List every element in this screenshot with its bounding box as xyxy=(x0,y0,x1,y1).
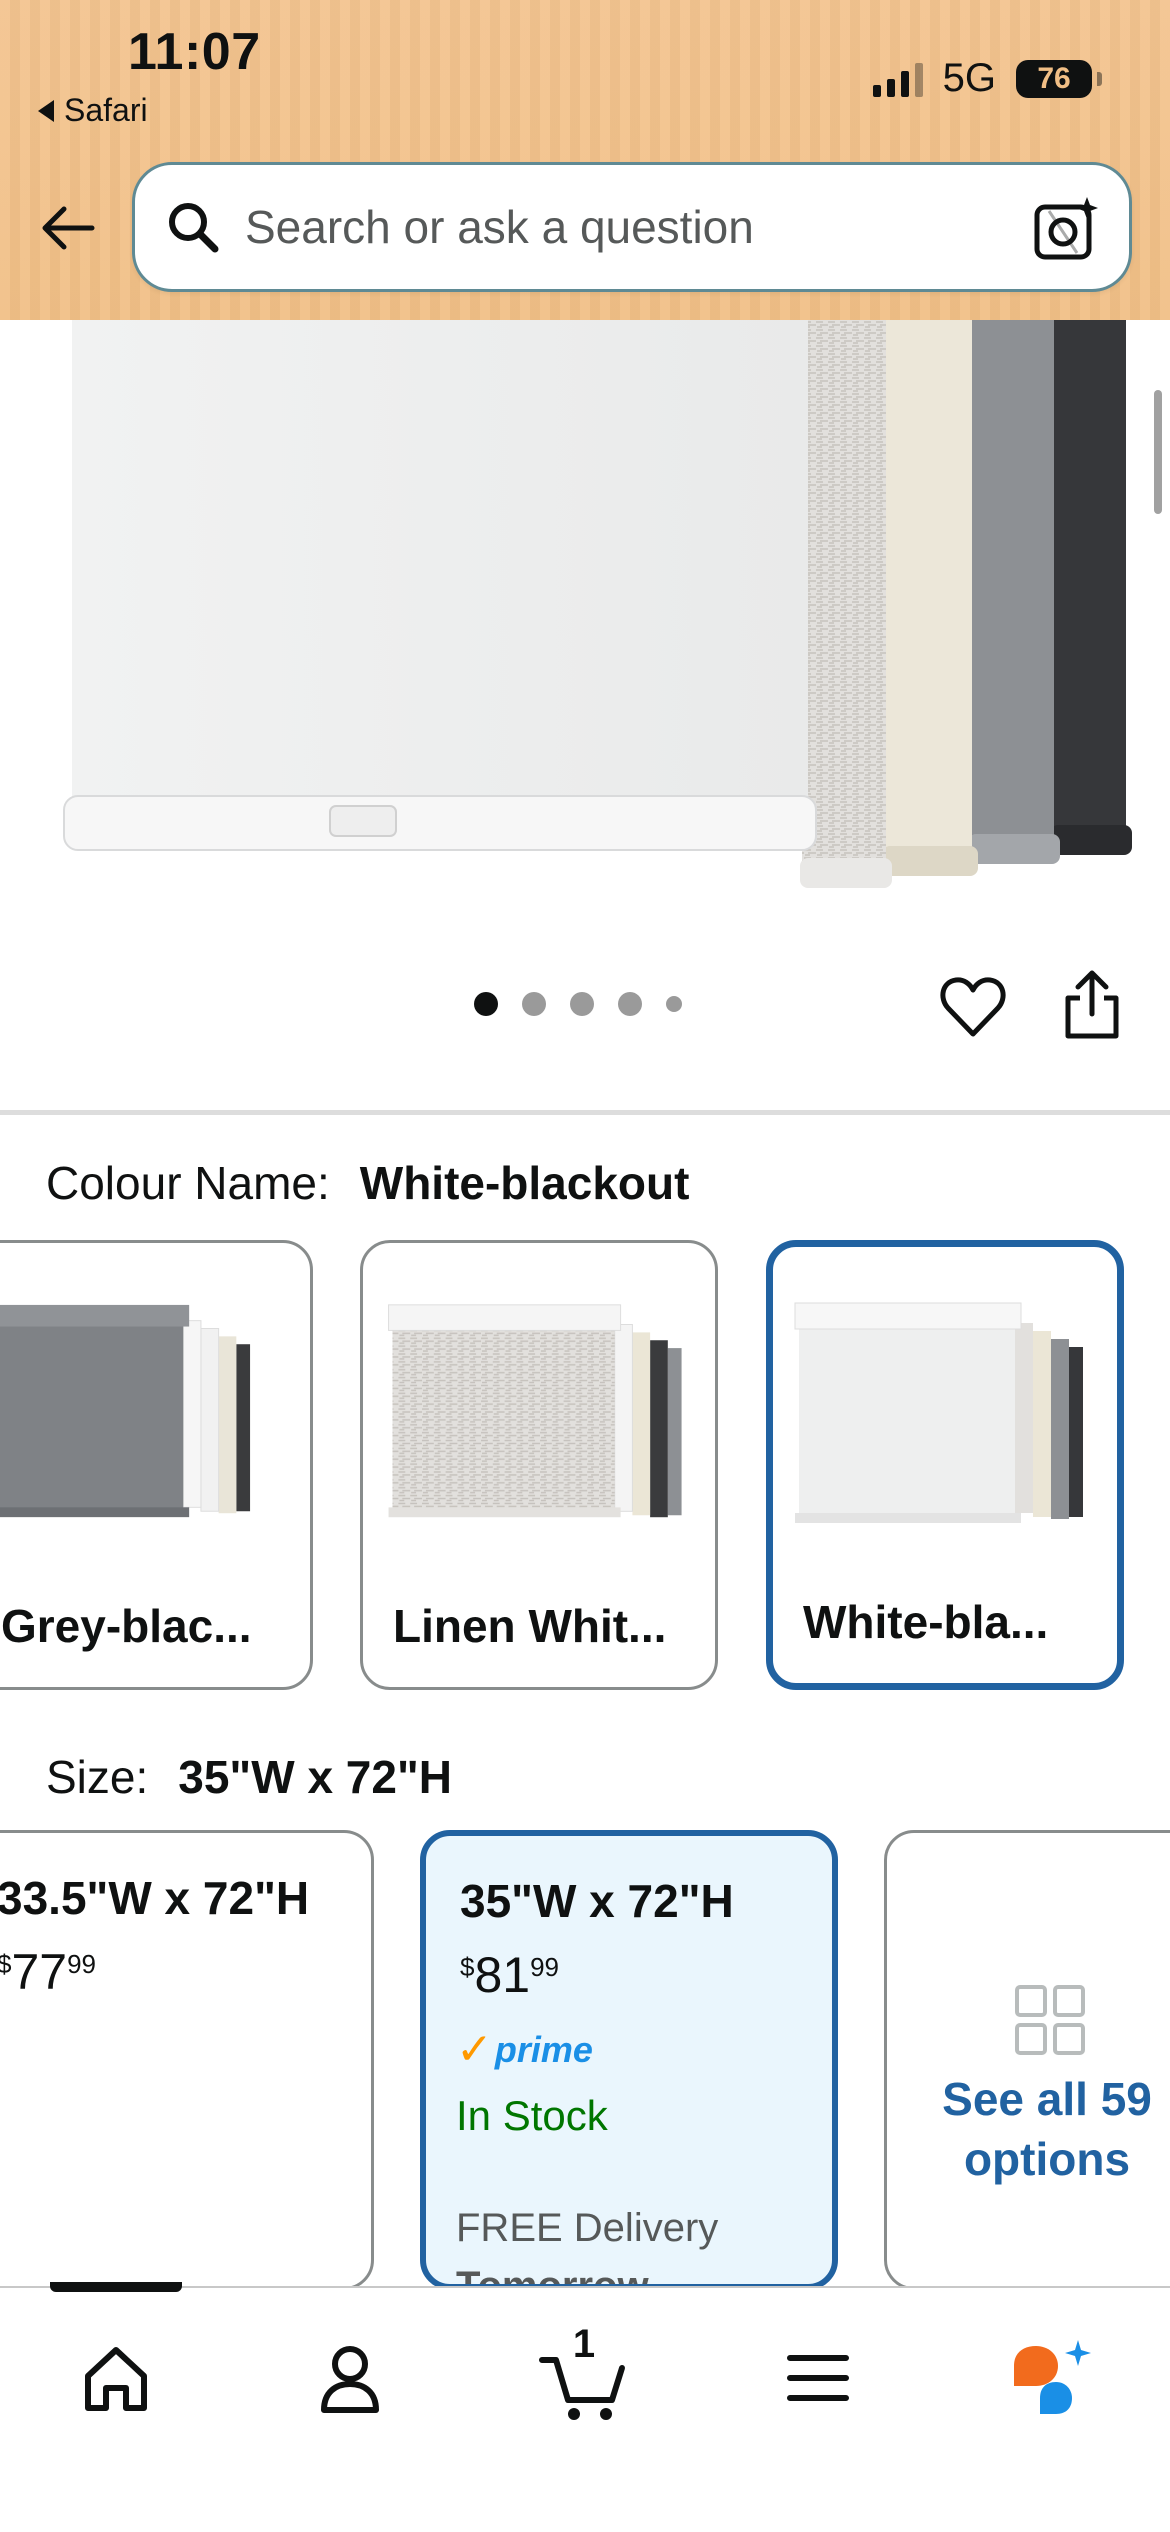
product-image[interactable] xyxy=(0,320,1170,960)
linen-blind-thumbnail xyxy=(388,1304,682,1518)
cart-count-badge: 1 xyxy=(572,2322,596,2366)
page-scrollbar[interactable] xyxy=(1154,390,1162,514)
grid-icon xyxy=(1015,1985,1085,2055)
search-icon xyxy=(169,203,219,253)
search-bar[interactable] xyxy=(132,162,1132,292)
price-whole: 77 xyxy=(11,1944,68,2000)
menu-icon[interactable] xyxy=(768,2328,868,2428)
selected-colour-name: White-blackout xyxy=(359,1157,690,1209)
home-icon[interactable] xyxy=(66,2328,166,2428)
back-triangle-icon xyxy=(38,99,54,122)
back-app-label: Safari xyxy=(64,92,148,128)
price-symbol: $ xyxy=(460,1952,475,1982)
colour-option-label: Grey-blac... xyxy=(1,1600,252,1652)
grey-blind-thumbnail xyxy=(0,1304,251,1518)
selected-size: 35"W x 72"H xyxy=(178,1751,452,1803)
cart-button[interactable]: 1 xyxy=(534,2322,634,2428)
section-divider xyxy=(0,1110,1170,1115)
size-option-card-selected[interactable]: 35"W x 72"H $ 81 99 ✓ prime In Stock FRE… xyxy=(420,1830,838,2290)
size-option-card[interactable]: 33.5"W x 72"H $ 77 99 xyxy=(0,1830,374,2290)
carousel-dot[interactable] xyxy=(618,992,642,1016)
battery-level: 76 xyxy=(1037,61,1071,95)
account-icon[interactable] xyxy=(300,2328,400,2428)
size-option-price: $ 81 99 xyxy=(460,1946,559,2004)
carousel-dot[interactable] xyxy=(570,992,594,1016)
colour-option-label: White-bla... xyxy=(803,1596,1049,1648)
back-arrow-icon[interactable] xyxy=(36,196,100,260)
carousel-dot[interactable] xyxy=(474,992,498,1016)
network-type: 5G xyxy=(942,56,996,100)
colour-option-grey[interactable]: Grey-blac... xyxy=(0,1240,313,1690)
status-indicators: 5G 76 xyxy=(872,56,1102,101)
price-fraction: 99 xyxy=(530,1952,560,1982)
prime-check-icon: ✓ xyxy=(456,2025,493,2074)
status-time: 11:07 xyxy=(128,23,261,81)
carousel-dot[interactable] xyxy=(666,996,682,1012)
cellular-signal-icon xyxy=(872,61,923,97)
heart-icon[interactable] xyxy=(938,972,1008,1042)
price-symbol: $ xyxy=(0,1949,11,1980)
colour-option-linen[interactable]: Linen Whit... xyxy=(360,1240,718,1690)
back-to-app-link[interactable]: Safari xyxy=(38,92,148,129)
prime-badge: ✓ prime xyxy=(456,2024,593,2075)
rufus-assistant-icon[interactable] xyxy=(1000,2328,1100,2428)
size-option-title: 33.5"W x 72"H xyxy=(0,1872,310,1924)
see-all-options-card[interactable]: See all 59 options xyxy=(884,1830,1170,2290)
image-carousel-dots[interactable] xyxy=(474,992,682,1016)
colour-name-label: Colour Name: xyxy=(46,1157,330,1209)
colour-name-row: Colour Name: White-blackout xyxy=(46,1156,689,1210)
delivery-info: FREE Delivery xyxy=(456,2206,719,2250)
carousel-dot[interactable] xyxy=(522,992,546,1016)
battery-icon: 76 xyxy=(1016,59,1102,98)
colour-option-white-blackout[interactable]: White-bla... xyxy=(766,1240,1124,1690)
prime-label: prime xyxy=(494,2028,593,2070)
white-blind-thumbnail xyxy=(794,1302,1083,1523)
size-option-price: $ 77 99 xyxy=(0,1943,96,2001)
top-header: 11:07 Safari 5G 76 xyxy=(0,0,1170,320)
see-all-options-link[interactable]: See all 59 options xyxy=(917,2069,1170,2189)
stock-status: In Stock xyxy=(456,2092,608,2139)
colour-option-label: Linen Whit... xyxy=(393,1600,667,1652)
size-row: Size: 35"W x 72"H xyxy=(46,1750,452,1804)
share-icon[interactable] xyxy=(1060,968,1124,1042)
search-input[interactable] xyxy=(245,200,965,254)
size-option-title: 35"W x 72"H xyxy=(460,1875,734,1927)
size-label: Size: xyxy=(46,1751,149,1803)
roller-blind-image xyxy=(63,320,1132,888)
price-whole: 81 xyxy=(474,1947,531,2003)
active-tab-indicator xyxy=(50,2282,182,2292)
camera-search-icon[interactable] xyxy=(1031,193,1103,265)
bottom-navigation: 1 xyxy=(0,2282,1170,2532)
price-fraction: 99 xyxy=(67,1949,97,1979)
